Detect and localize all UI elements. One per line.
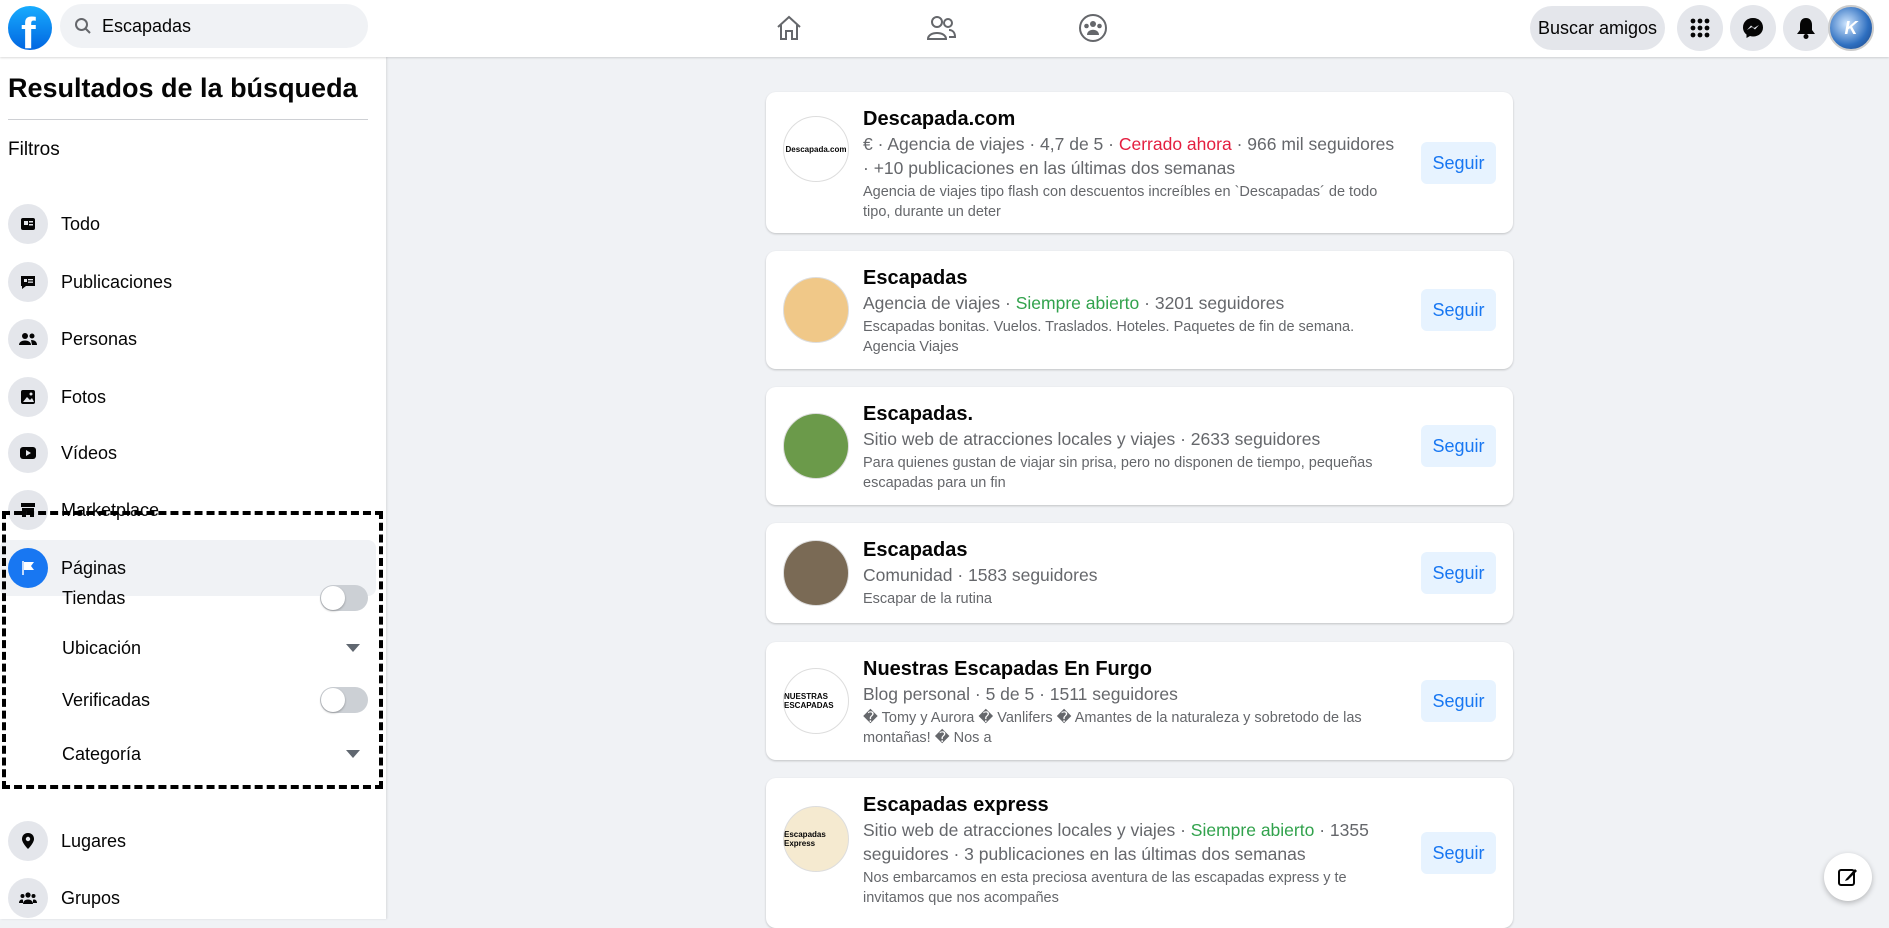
result-card: Escapadas Comunidad · 1583 seguidores Es…: [766, 523, 1513, 623]
follow-button[interactable]: Seguir: [1421, 425, 1496, 467]
sidebar-item-vídeos[interactable]: Vídeos: [0, 425, 376, 481]
facebook-logo[interactable]: f: [8, 6, 52, 50]
video-icon: [8, 433, 48, 473]
verificadas-toggle[interactable]: [320, 687, 368, 713]
open-status: Cerrado ahora: [1118, 134, 1232, 154]
sidebar-item-label: Personas: [61, 328, 138, 349]
page-description: Para quienes gustan de viajar sin prisa,…: [863, 455, 1373, 491]
result-card: Descapada.com Descapada.com € · Agencia …: [766, 92, 1513, 233]
sidebar-item-label: Marketplace: [61, 499, 160, 520]
page-name[interactable]: Descapada.com: [863, 106, 1403, 132]
open-status: Siempre abierto: [1190, 820, 1315, 840]
page-name[interactable]: Escapadas.: [863, 401, 1403, 427]
page-description: Escapadas bonitas. Vuelos. Traslados. Ho…: [863, 319, 1355, 355]
page-description: Nos embarcamos en esta preciosa aventura…: [863, 870, 1347, 906]
page-name[interactable]: Escapadas express: [863, 792, 1403, 818]
page-meta: Comunidad · 1583 seguidores: [863, 565, 1098, 585]
menu-grid-icon[interactable]: [1677, 5, 1723, 51]
pin-icon: [8, 821, 48, 861]
sidebar-item-label: Páginas: [61, 557, 127, 578]
search-input[interactable]: [102, 15, 342, 37]
sidebar-item-label: Todo: [61, 213, 101, 234]
filter-label: Ubicación: [62, 637, 142, 658]
sidebar-item-personas[interactable]: Personas: [0, 311, 376, 367]
page-meta: € · Agencia de viajes · 4,7 de 5 · Cerra…: [863, 134, 1395, 178]
profile-avatar[interactable]: K: [1828, 5, 1874, 51]
result-card: Escapadas Express Escapadas express Siti…: [766, 778, 1513, 928]
sidebar-item-label: Publicaciones: [61, 271, 173, 292]
messenger-icon[interactable]: [1730, 5, 1776, 51]
divider: [8, 119, 368, 120]
home-icon[interactable]: [771, 10, 807, 46]
posts-icon: [8, 262, 48, 302]
sidebar-item-grupos[interactable]: Grupos: [0, 870, 376, 926]
page-title: Resultados de la búsqueda: [8, 73, 358, 103]
page-meta: Sitio web de atracciones locales y viaje…: [863, 429, 1321, 449]
page-name[interactable]: Escapadas: [863, 537, 1403, 563]
sidebar-item-publicaciones[interactable]: Publicaciones: [0, 254, 376, 310]
page-avatar[interactable]: [783, 277, 849, 343]
sidebar-item-marketplace[interactable]: Marketplace: [0, 482, 376, 538]
result-card: Escapadas. Sitio web de atracciones loca…: [766, 387, 1513, 505]
page-avatar[interactable]: NUESTRAS ESCAPADAS: [783, 668, 849, 734]
feed-icon: [8, 204, 48, 244]
page-description: Agencia de viajes tipo flash con descuen…: [863, 184, 1378, 220]
page-name[interactable]: Escapadas: [863, 265, 1403, 291]
find-friends-button[interactable]: Buscar amigos: [1530, 6, 1665, 50]
follow-button[interactable]: Seguir: [1421, 289, 1496, 331]
sidebar-item-fotos[interactable]: Fotos: [0, 369, 376, 425]
page-avatar[interactable]: Escapadas Express: [783, 806, 849, 872]
chevron-down-icon[interactable]: [346, 750, 360, 758]
filter-categoría[interactable]: Categoría: [62, 734, 368, 774]
filter-label: Tiendas: [62, 587, 126, 608]
search-box[interactable]: [60, 4, 368, 48]
sidebar-item-label: Grupos: [61, 887, 121, 908]
sidebar-item-label: Lugares: [61, 830, 127, 851]
follow-button[interactable]: Seguir: [1421, 832, 1496, 874]
follow-button[interactable]: Seguir: [1421, 680, 1496, 722]
store-icon: [8, 490, 48, 530]
filter-tiendas[interactable]: Tiendas: [62, 578, 368, 618]
result-card: Escapadas Agencia de viajes · Siempre ab…: [766, 251, 1513, 369]
open-status: Siempre abierto: [1015, 293, 1140, 313]
friends-icon[interactable]: [923, 10, 959, 46]
filter-ubicación[interactable]: Ubicación: [62, 628, 368, 668]
sidebar-item-todo[interactable]: Todo: [0, 196, 376, 252]
chevron-down-icon[interactable]: [346, 644, 360, 652]
page-avatar[interactable]: Descapada.com: [783, 116, 849, 182]
follow-button[interactable]: Seguir: [1421, 552, 1496, 594]
sidebar-item-lugares[interactable]: Lugares: [0, 813, 376, 869]
groups-nav-icon[interactable]: [1075, 10, 1111, 46]
search-filters-sidebar: Resultados de la búsqueda Filtros Todo Pu…: [0, 57, 386, 919]
page-description: Escapar de la rutina: [863, 591, 992, 607]
filter-verificadas[interactable]: Verificadas: [62, 680, 368, 720]
page-meta: Agencia de viajes · Siempre abierto · 32…: [863, 293, 1285, 313]
page-avatar[interactable]: [783, 540, 849, 606]
compose-icon: [1838, 869, 1857, 886]
page-meta: Sitio web de atracciones locales y viaje…: [863, 820, 1369, 864]
follow-button[interactable]: Seguir: [1421, 142, 1496, 184]
result-card: NUESTRAS ESCAPADAS Nuestras Escapadas En…: [766, 642, 1513, 760]
sidebar-item-label: Fotos: [61, 386, 107, 407]
filter-label: Verificadas: [62, 689, 151, 710]
page-meta: Blog personal · 5 de 5 · 1511 seguidores: [863, 684, 1178, 704]
search-icon: [75, 18, 91, 34]
new-message-button[interactable]: [1824, 853, 1872, 901]
tiendas-toggle[interactable]: [320, 585, 368, 611]
page-description: � Tomy y Aurora � Vanlifers � Amantes de…: [863, 710, 1362, 746]
page-name[interactable]: Nuestras Escapadas En Furgo: [863, 656, 1403, 682]
page-avatar[interactable]: [783, 413, 849, 479]
filter-label: Categoría: [62, 743, 142, 764]
photos-icon: [8, 377, 48, 417]
sidebar-item-label: Vídeos: [61, 442, 118, 463]
top-bar: f Buscar amigos K: [0, 0, 1889, 57]
people-icon: [8, 319, 48, 359]
groups-icon: [8, 878, 48, 918]
notifications-bell-icon[interactable]: [1783, 5, 1829, 51]
flag-icon: [8, 548, 48, 588]
filters-heading: Filtros: [8, 139, 60, 160]
